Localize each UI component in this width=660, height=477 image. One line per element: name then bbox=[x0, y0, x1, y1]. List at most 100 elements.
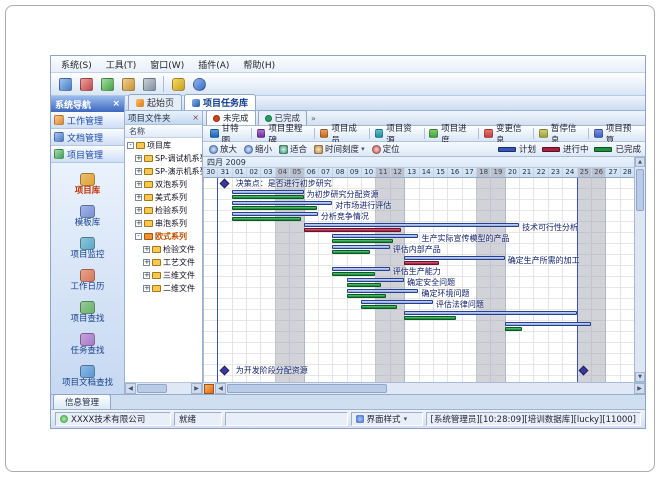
sidebar-item[interactable]: 任务查找 bbox=[51, 328, 124, 360]
tree-expander-icon[interactable]: + bbox=[143, 259, 150, 266]
tree-expander-icon[interactable]: + bbox=[143, 272, 150, 279]
tree-expander-icon[interactable]: + bbox=[135, 207, 142, 214]
tree-expander-icon[interactable]: - bbox=[127, 142, 134, 149]
task-bar-plan[interactable] bbox=[347, 278, 404, 282]
sidebar-item[interactable]: 项目文档查找 bbox=[51, 360, 124, 392]
task-bar-progress[interactable] bbox=[361, 305, 397, 309]
task-bar-plan[interactable] bbox=[232, 212, 318, 216]
tree-expander-icon[interactable]: - bbox=[135, 233, 142, 240]
tree-horizontal-scrollbar[interactable]: ◀ ▶ bbox=[125, 382, 202, 394]
scrollbar-thumb[interactable] bbox=[227, 384, 387, 393]
task-bar-progress[interactable] bbox=[332, 272, 375, 276]
zoom-tool-button[interactable]: 缩小 bbox=[242, 143, 274, 155]
scroll-down-icon[interactable]: ▼ bbox=[635, 372, 645, 382]
splitter-button[interactable] bbox=[204, 384, 214, 394]
sidebar-group[interactable]: 文档管理 bbox=[51, 129, 124, 146]
task-bar-progress[interactable] bbox=[232, 195, 304, 199]
zoom-tool-button[interactable]: 定位 bbox=[370, 143, 402, 155]
zoom-tool-button[interactable]: 放大 bbox=[207, 143, 239, 155]
toolbar-button[interactable] bbox=[98, 75, 116, 93]
sidebar-item[interactable]: 项目库 bbox=[51, 168, 124, 200]
tree-expander-icon[interactable]: + bbox=[143, 246, 150, 253]
close-icon[interactable]: × bbox=[112, 100, 120, 109]
menu-item[interactable]: 工具(T) bbox=[99, 57, 144, 72]
sidebar-item[interactable]: 项目监控 bbox=[51, 232, 124, 264]
menu-item[interactable]: 帮助(H) bbox=[236, 57, 282, 72]
milestone-diamond[interactable] bbox=[219, 179, 229, 189]
scroll-right-icon[interactable]: ▶ bbox=[191, 383, 202, 394]
tree-node[interactable]: -欧式系列 bbox=[125, 230, 202, 243]
sidebar-group[interactable]: 项目管理 bbox=[51, 146, 124, 163]
task-bar-plan[interactable] bbox=[304, 223, 520, 227]
document-tab[interactable]: 项目任务库 bbox=[184, 94, 256, 110]
menu-item[interactable]: 系统(S) bbox=[54, 57, 99, 72]
toolbar-button[interactable] bbox=[56, 75, 74, 93]
sidebar-item[interactable]: 项目查找 bbox=[51, 296, 124, 328]
menu-item[interactable]: 窗口(W) bbox=[143, 57, 191, 72]
tree-expander-icon[interactable]: + bbox=[135, 194, 142, 201]
tree-expander-icon[interactable]: + bbox=[135, 181, 142, 188]
tree-node[interactable]: +SP-调试机系列 bbox=[125, 152, 202, 165]
tree-expander-icon[interactable]: + bbox=[143, 285, 150, 292]
task-bar-plan[interactable] bbox=[404, 256, 505, 260]
zoom-tool-button[interactable]: 适合 bbox=[277, 143, 309, 155]
task-bar-plan[interactable] bbox=[347, 289, 419, 293]
task-bar-progress[interactable] bbox=[347, 283, 381, 287]
toolbar-button[interactable] bbox=[190, 75, 208, 93]
tree-expander-icon[interactable]: + bbox=[135, 155, 142, 162]
task-bar-progress[interactable] bbox=[332, 250, 369, 254]
scroll-left-icon[interactable]: ◀ bbox=[215, 383, 226, 394]
toolbar-button[interactable] bbox=[140, 75, 158, 93]
toolbar-button[interactable] bbox=[169, 75, 187, 93]
tree-node[interactable]: +三维文件 bbox=[125, 269, 202, 282]
task-bar-plan[interactable] bbox=[332, 267, 389, 271]
tree-node[interactable]: +检验系列 bbox=[125, 204, 202, 217]
document-tab[interactable]: 起始页 bbox=[128, 94, 182, 110]
task-bar-plan[interactable] bbox=[232, 190, 304, 194]
scroll-left-icon[interactable]: ◀ bbox=[125, 383, 136, 394]
sidebar-item-label: 模板库 bbox=[75, 219, 101, 228]
tree-node[interactable]: +串泡系列 bbox=[125, 217, 202, 230]
tree-expander-icon[interactable]: + bbox=[135, 220, 142, 227]
tab-information-management[interactable]: 信息管理 bbox=[53, 394, 111, 409]
tree-node[interactable]: +美式系列 bbox=[125, 191, 202, 204]
gantt-horizontal-scrollbar[interactable]: ◀ ▶ bbox=[203, 382, 645, 394]
tree-node[interactable]: -项目库 bbox=[125, 139, 202, 152]
task-bar-plan[interactable] bbox=[361, 300, 433, 304]
tree-node[interactable]: +检验文件 bbox=[125, 243, 202, 256]
tree-node[interactable]: +SP-演示机系列 bbox=[125, 165, 202, 178]
toolbar-button[interactable] bbox=[119, 75, 137, 93]
tree-node[interactable]: +双泡系列 bbox=[125, 178, 202, 191]
task-bar-progress[interactable] bbox=[404, 261, 439, 265]
scroll-right-icon[interactable]: ▶ bbox=[634, 383, 645, 394]
menu-item[interactable]: 插件(A) bbox=[191, 57, 236, 72]
task-bar-progress[interactable] bbox=[505, 327, 522, 331]
task-bar-progress[interactable] bbox=[232, 217, 301, 221]
zoom-tool-button[interactable]: 时间刻度▾ bbox=[312, 143, 367, 155]
toolbar-button[interactable] bbox=[77, 75, 95, 93]
task-bar-plan[interactable] bbox=[332, 245, 389, 249]
task-bar-plan[interactable] bbox=[505, 322, 591, 326]
task-bar-plan[interactable] bbox=[232, 201, 333, 205]
task-bar-progress[interactable] bbox=[304, 228, 401, 232]
task-bar-progress[interactable] bbox=[332, 239, 392, 243]
vertical-scrollbar[interactable]: ▲ ▼ bbox=[634, 157, 645, 382]
close-icon[interactable]: × bbox=[192, 113, 199, 122]
task-bar-plan[interactable] bbox=[404, 311, 576, 315]
task-bar-progress[interactable] bbox=[347, 294, 387, 298]
scrollbar-thumb[interactable] bbox=[137, 384, 167, 393]
sidebar-item[interactable]: 模板库 bbox=[51, 200, 124, 232]
task-bar-progress[interactable] bbox=[232, 206, 317, 210]
sidebar-group[interactable]: 工作管理 bbox=[51, 112, 124, 129]
milestone-diamond[interactable] bbox=[219, 366, 229, 376]
tree-node[interactable]: +二维文件 bbox=[125, 282, 202, 295]
task-bar-plan[interactable] bbox=[332, 234, 418, 238]
scrollbar-thumb[interactable] bbox=[636, 169, 644, 211]
task-bar-progress[interactable] bbox=[404, 316, 456, 320]
ui-style-selector[interactable]: 界面样式 ▾ bbox=[351, 412, 423, 426]
scroll-up-icon[interactable]: ▲ bbox=[635, 157, 645, 167]
tree-node[interactable]: +工艺文件 bbox=[125, 256, 202, 269]
tree-expander-icon[interactable]: + bbox=[135, 168, 142, 175]
date-marker-line bbox=[217, 178, 218, 382]
sidebar-item[interactable]: 工作日历 bbox=[51, 264, 124, 296]
